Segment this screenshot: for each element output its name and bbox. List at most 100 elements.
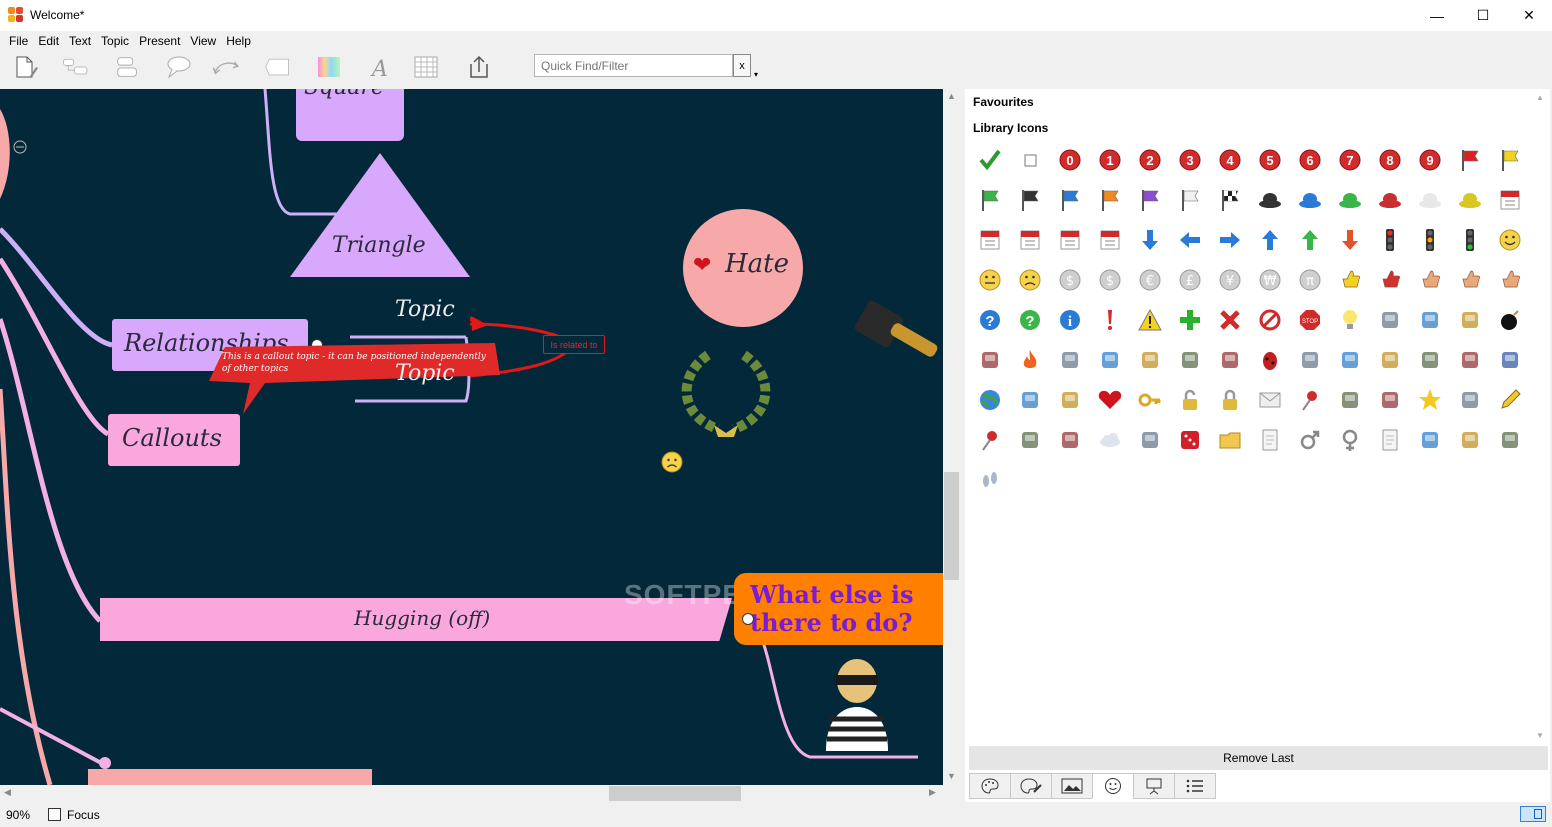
priority-8-icon[interactable]: 8 bbox=[1370, 140, 1410, 180]
female-icon[interactable] bbox=[1330, 420, 1370, 460]
flag-red-icon[interactable] bbox=[1450, 140, 1490, 180]
bell-icon[interactable] bbox=[1450, 300, 1490, 340]
fire-icon[interactable] bbox=[1010, 340, 1050, 380]
smiley-neutral-icon[interactable] bbox=[970, 260, 1010, 300]
presentation-icon[interactable] bbox=[1450, 420, 1490, 460]
priority-5-icon[interactable]: 5 bbox=[1250, 140, 1290, 180]
quick-find-field[interactable] bbox=[534, 54, 733, 77]
smiley-tab-icon[interactable] bbox=[1092, 773, 1134, 799]
canvas-horizontal-scrollbar[interactable]: ◀ ▶ bbox=[0, 785, 943, 802]
menu-file[interactable]: File bbox=[4, 34, 33, 48]
traffic-light-red-icon[interactable] bbox=[1370, 220, 1410, 260]
calendar-31-icon[interactable] bbox=[1050, 220, 1090, 260]
money-icon[interactable]: $ bbox=[1050, 260, 1090, 300]
boundary-icon[interactable] bbox=[262, 53, 294, 81]
printer-icon[interactable] bbox=[1330, 380, 1370, 420]
signpost-icon[interactable] bbox=[1490, 420, 1530, 460]
no-entry-icon[interactable] bbox=[1250, 300, 1290, 340]
font-icon[interactable]: A bbox=[362, 53, 394, 81]
menu-view[interactable]: View bbox=[185, 34, 221, 48]
paperclip-icon[interactable] bbox=[1410, 420, 1450, 460]
image-tab-icon[interactable] bbox=[1051, 773, 1093, 799]
envelope-icon[interactable] bbox=[1250, 380, 1290, 420]
scroll-left-icon[interactable]: ◀ bbox=[4, 787, 11, 798]
yen-icon[interactable]: ¥ bbox=[1210, 260, 1250, 300]
stop-icon[interactable]: STOP bbox=[1290, 300, 1330, 340]
priority-7-icon[interactable]: 7 bbox=[1330, 140, 1370, 180]
panel-vertical-scrollbar[interactable]: ▲ ▼ bbox=[1532, 89, 1548, 744]
relationship-label[interactable]: Is related to bbox=[543, 335, 605, 354]
dice-icon[interactable] bbox=[1170, 420, 1210, 460]
panel-toggle-icon[interactable] bbox=[1520, 806, 1546, 822]
topic-bottom-partial[interactable] bbox=[88, 769, 372, 785]
flag-white-icon[interactable] bbox=[1170, 180, 1210, 220]
target-icon[interactable] bbox=[1090, 340, 1130, 380]
collapse-toggle-icon-2[interactable] bbox=[742, 613, 754, 625]
add-subtopic-icon[interactable] bbox=[60, 53, 92, 81]
thumb-up-icon[interactable] bbox=[1490, 260, 1530, 300]
table-icon[interactable] bbox=[410, 53, 442, 81]
flag-green-icon[interactable] bbox=[970, 180, 1010, 220]
dynamite-icon[interactable] bbox=[970, 340, 1010, 380]
pin-icon[interactable] bbox=[1290, 380, 1330, 420]
calendar-week-icon[interactable] bbox=[970, 220, 1010, 260]
mind-map-canvas[interactable]: Square Triangle Relationships This is a … bbox=[0, 89, 943, 785]
hand-stop-icon[interactable] bbox=[1410, 260, 1450, 300]
add-callout-icon[interactable] bbox=[162, 53, 194, 81]
hat-white-icon[interactable] bbox=[1410, 180, 1450, 220]
relationship-icon[interactable] bbox=[210, 53, 242, 81]
plus-icon[interactable] bbox=[1170, 300, 1210, 340]
star-icon[interactable] bbox=[1410, 380, 1450, 420]
flag-checkered-icon[interactable] bbox=[1210, 180, 1250, 220]
database-icon[interactable] bbox=[1450, 340, 1490, 380]
bin-icon[interactable] bbox=[1050, 340, 1090, 380]
won-icon[interactable]: ₩ bbox=[1250, 260, 1290, 300]
thumb-red-icon[interactable] bbox=[1370, 260, 1410, 300]
flag-orange-icon[interactable] bbox=[1090, 180, 1130, 220]
traffic-light-green-icon[interactable] bbox=[1450, 220, 1490, 260]
palette-tab-icon[interactable] bbox=[969, 773, 1011, 799]
laurel-wreath-icon[interactable] bbox=[678, 345, 774, 441]
stamp-icon[interactable] bbox=[1050, 420, 1090, 460]
camera-icon[interactable] bbox=[1370, 300, 1410, 340]
alarm-clock-icon[interactable] bbox=[1210, 340, 1250, 380]
canvas-vscroll-thumb[interactable] bbox=[944, 472, 959, 580]
scroll-down-icon[interactable]: ▼ bbox=[947, 771, 956, 781]
menu-text[interactable]: Text bbox=[64, 34, 96, 48]
magnifier-icon[interactable] bbox=[1130, 340, 1170, 380]
telephone-icon[interactable] bbox=[1450, 380, 1490, 420]
euro-icon[interactable]: € bbox=[1130, 260, 1170, 300]
people-icon[interactable] bbox=[1290, 340, 1330, 380]
close-button[interactable]: ✕ bbox=[1506, 0, 1552, 31]
menu-edit[interactable]: Edit bbox=[33, 34, 64, 48]
pin-round-icon[interactable] bbox=[970, 420, 1010, 460]
calendar-month-icon[interactable] bbox=[1010, 220, 1050, 260]
presentation-tab-icon[interactable] bbox=[1133, 773, 1175, 799]
info-icon[interactable]: i bbox=[1050, 300, 1090, 340]
search-clear-button[interactable]: x bbox=[733, 54, 751, 77]
priority-2-icon[interactable]: 2 bbox=[1130, 140, 1170, 180]
lightbulb-icon[interactable] bbox=[1330, 300, 1370, 340]
add-sibling-icon[interactable] bbox=[112, 53, 144, 81]
menu-topic[interactable]: Topic bbox=[96, 34, 134, 48]
arrow-down-icon[interactable] bbox=[1130, 220, 1170, 260]
canvas-hscroll-thumb[interactable] bbox=[609, 786, 741, 801]
lock-icon[interactable] bbox=[1210, 380, 1250, 420]
folder-icon[interactable] bbox=[1210, 420, 1250, 460]
priority-4-icon[interactable]: 4 bbox=[1210, 140, 1250, 180]
smiley-happy-icon[interactable] bbox=[1490, 220, 1530, 260]
cloud-icon[interactable] bbox=[1090, 420, 1130, 460]
calendar-52-icon[interactable] bbox=[1090, 220, 1130, 260]
library-icons-heading[interactable]: Library Icons bbox=[973, 121, 1048, 135]
cross-icon[interactable] bbox=[1210, 300, 1250, 340]
flag-yellow-icon[interactable] bbox=[1490, 140, 1530, 180]
footprints-icon[interactable] bbox=[970, 460, 1010, 500]
gear-icon[interactable] bbox=[1050, 380, 1090, 420]
hat-blue-icon[interactable] bbox=[1290, 180, 1330, 220]
remove-last-button[interactable]: Remove Last bbox=[969, 746, 1548, 770]
palette-edit-tab-icon[interactable] bbox=[1010, 773, 1052, 799]
heart-icon[interactable] bbox=[1090, 380, 1130, 420]
dollar-icon[interactable]: $ bbox=[1090, 260, 1130, 300]
topic-triangle[interactable] bbox=[290, 151, 470, 281]
bomb-icon[interactable] bbox=[1490, 300, 1530, 340]
